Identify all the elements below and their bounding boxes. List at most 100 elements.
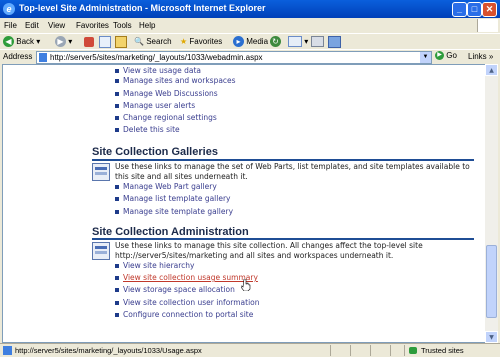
link-delete-site[interactable]: Delete this site xyxy=(123,125,180,134)
link-usage-summary[interactable]: View site collection usage summary xyxy=(123,273,258,282)
bullet-icon xyxy=(115,264,119,268)
menu-bar: File Edit View Favorites Tools Help xyxy=(0,18,500,33)
back-button[interactable]: ◀ Back ▾ xyxy=(3,36,40,48)
menu-help[interactable]: Help xyxy=(139,21,155,30)
toolbar: ◀ Back ▾ ▶ ▾ 🔍 Search ★ Favorites ▸ Medi… xyxy=(0,33,500,50)
print-button[interactable] xyxy=(311,36,324,48)
address-dropdown-icon[interactable]: ▼ xyxy=(420,52,431,63)
admin-section-icon xyxy=(92,242,110,260)
link-manage-user-alerts[interactable]: Manage user alerts xyxy=(123,101,195,110)
minimize-button[interactable]: _ xyxy=(452,2,467,17)
links-button[interactable]: Links » xyxy=(468,52,493,61)
galleries-divider xyxy=(92,159,474,161)
link-portal-connection[interactable]: Configure connection to portal site xyxy=(123,310,253,319)
bullet-icon xyxy=(115,197,119,201)
security-zone: Trusted sites xyxy=(404,345,497,356)
link-list-template-gallery[interactable]: Manage list template gallery xyxy=(123,194,230,203)
admin-section-title: Site Collection Administration xyxy=(92,226,249,238)
bullet-icon xyxy=(115,185,119,189)
edit-button[interactable] xyxy=(328,36,341,48)
ie-logo-icon: e xyxy=(3,3,15,15)
bullet-icon xyxy=(115,104,119,108)
address-label: Address xyxy=(3,52,33,61)
page-icon xyxy=(39,53,47,62)
stop-button[interactable] xyxy=(84,36,94,48)
bullet-icon xyxy=(115,276,119,280)
bullet-icon xyxy=(115,210,119,214)
home-icon xyxy=(115,36,127,48)
status-bar: http://server5/sites/marketing/_layouts/… xyxy=(0,343,500,357)
home-button[interactable] xyxy=(115,36,127,48)
go-arrow-icon: ▶ xyxy=(435,51,444,61)
status-divider xyxy=(390,345,391,356)
menu-edit[interactable]: Edit xyxy=(25,21,39,30)
forward-button[interactable]: ▶ ▾ xyxy=(55,36,72,48)
refresh-button[interactable] xyxy=(99,36,111,48)
refresh-icon xyxy=(99,36,111,48)
trusted-sites-icon xyxy=(409,347,417,354)
galleries-description: Use these links to manage the set of Web… xyxy=(115,162,470,181)
link-web-part-gallery[interactable]: Manage Web Part gallery xyxy=(123,182,217,191)
window-title: Top-level Site Administration - Microsof… xyxy=(19,3,266,13)
back-arrow-icon: ◀ xyxy=(3,36,14,48)
bullet-icon xyxy=(115,128,119,132)
bullet-icon xyxy=(115,69,119,73)
title-bar: e Top-level Site Administration - Micros… xyxy=(0,0,500,18)
favorites-button[interactable]: ★ Favorites xyxy=(180,36,222,48)
menu-favorites[interactable]: Favorites xyxy=(76,21,109,30)
admin-divider xyxy=(92,238,474,240)
history-button[interactable]: ↻ xyxy=(270,36,281,48)
galleries-section-icon xyxy=(92,163,110,181)
hand-cursor-icon xyxy=(241,279,251,291)
bullet-icon xyxy=(115,92,119,96)
page-viewport: View site usage data Manage sites and wo… xyxy=(2,64,486,343)
history-icon: ↻ xyxy=(270,36,281,48)
search-button[interactable]: 🔍 Search xyxy=(134,36,172,48)
link-user-information[interactable]: View site collection user information xyxy=(123,298,260,307)
forward-arrow-icon: ▶ xyxy=(55,36,66,48)
scroll-down-icon[interactable]: ▼ xyxy=(485,331,498,343)
link-site-hierarchy[interactable]: View site hierarchy xyxy=(123,261,194,270)
link-storage-allocation[interactable]: View storage space allocation xyxy=(123,285,235,294)
media-icon: ▸ xyxy=(233,36,244,48)
menu-tools[interactable]: Tools xyxy=(113,21,132,30)
status-divider xyxy=(370,345,371,356)
bullet-icon xyxy=(115,313,119,317)
link-site-template-gallery[interactable]: Manage site template gallery xyxy=(123,207,233,216)
stop-icon xyxy=(84,36,94,47)
menu-view[interactable]: View xyxy=(48,21,65,30)
go-button[interactable]: ▶ Go xyxy=(435,51,457,61)
zone-label: Trusted sites xyxy=(421,346,464,355)
galleries-section-title: Site Collection Galleries xyxy=(92,146,218,158)
link-view-site-usage[interactable]: View site usage data xyxy=(123,66,201,75)
bullet-icon xyxy=(115,301,119,305)
status-divider xyxy=(350,345,351,356)
mail-icon xyxy=(288,36,302,48)
vertical-scrollbar[interactable]: ▲ ▼ xyxy=(485,64,498,343)
media-button[interactable]: ▸ Media xyxy=(233,36,268,48)
admin-description: Use these links to manage this site coll… xyxy=(115,241,423,260)
scroll-up-icon[interactable]: ▲ xyxy=(485,64,498,76)
bullet-icon xyxy=(115,116,119,120)
star-icon: ★ xyxy=(180,37,188,46)
menu-file[interactable]: File xyxy=(4,21,17,30)
mail-button[interactable]: ▾ xyxy=(288,36,308,48)
page-status-icon xyxy=(3,346,12,355)
edit-icon xyxy=(328,36,341,48)
print-icon xyxy=(311,36,324,48)
status-divider xyxy=(330,345,331,356)
address-input[interactable]: http://server5/sites/marketing/_layouts/… xyxy=(36,51,432,64)
status-url: http://server5/sites/marketing/_layouts/… xyxy=(15,346,202,355)
windows-flag-icon xyxy=(477,19,498,32)
address-bar: Address http://server5/sites/marketing/_… xyxy=(0,49,500,64)
bullet-icon xyxy=(115,79,119,83)
bullet-icon xyxy=(115,288,119,292)
link-manage-web-discussions[interactable]: Manage Web Discussions xyxy=(123,89,218,98)
link-regional-settings[interactable]: Change regional settings xyxy=(123,113,217,122)
close-button[interactable]: ✕ xyxy=(482,2,497,17)
maximize-button[interactable]: □ xyxy=(467,2,482,17)
link-manage-sites[interactable]: Manage sites and workspaces xyxy=(123,76,236,85)
address-url: http://server5/sites/marketing/_layouts/… xyxy=(50,53,263,62)
search-icon: 🔍 xyxy=(134,37,144,46)
scroll-thumb[interactable] xyxy=(486,245,497,318)
